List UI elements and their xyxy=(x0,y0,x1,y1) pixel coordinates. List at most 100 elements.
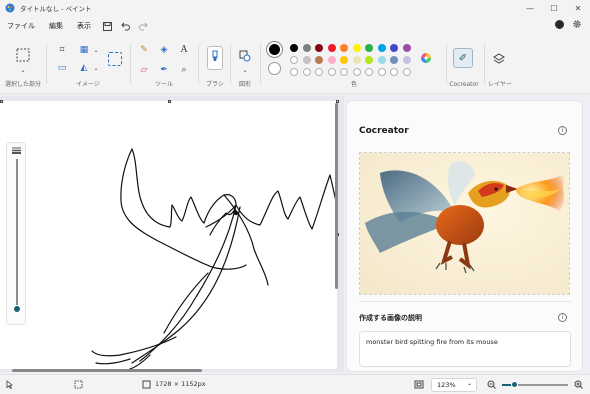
zoom-slider-thumb[interactable] xyxy=(510,381,518,388)
brush-size-slider[interactable] xyxy=(6,142,26,325)
vertical-scroll-thumb[interactable] xyxy=(335,103,338,289)
color-swatch[interactable] xyxy=(365,44,373,52)
color-picker-icon[interactable]: ✒ xyxy=(158,64,170,76)
color-swatch[interactable] xyxy=(302,44,311,52)
chevron-down-icon[interactable]: ⌄ xyxy=(90,44,102,56)
chevron-down-icon[interactable]: ⌄ xyxy=(17,64,29,76)
color-swatch[interactable] xyxy=(327,56,336,64)
info-icon[interactable]: i xyxy=(558,313,567,322)
primary-color[interactable] xyxy=(266,41,283,58)
brush-button[interactable] xyxy=(207,46,223,70)
panel-divider xyxy=(359,301,571,302)
color-swatch[interactable] xyxy=(402,44,411,52)
account-icon[interactable] xyxy=(555,19,564,29)
color-swatch[interactable] xyxy=(327,44,336,52)
color-swatch[interactable] xyxy=(352,56,361,64)
zoom-slider[interactable] xyxy=(502,381,568,388)
crop-icon[interactable]: ⌗ xyxy=(56,44,68,56)
color-swatch[interactable] xyxy=(290,44,298,52)
image-select-icon[interactable] xyxy=(108,52,122,66)
color-swatch[interactable] xyxy=(315,56,323,64)
pencil-icon[interactable]: ✎ xyxy=(138,44,150,56)
color-swatch[interactable] xyxy=(390,56,398,64)
layers-group: レイヤー xyxy=(486,38,514,92)
fit-to-window-icon[interactable] xyxy=(414,380,424,389)
color-swatch[interactable] xyxy=(352,44,361,52)
resize-icon[interactable]: ▦ xyxy=(78,44,90,56)
zoom-out-icon[interactable] xyxy=(487,380,496,389)
color-swatch[interactable] xyxy=(302,56,311,64)
zoom-value: 123% xyxy=(437,381,456,389)
color-swatch[interactable] xyxy=(290,68,298,76)
color-swatch[interactable] xyxy=(402,56,411,64)
info-icon[interactable]: i xyxy=(558,126,567,135)
chevron-down-icon[interactable]: ⌄ xyxy=(90,62,102,74)
menu-view[interactable]: 表示 xyxy=(70,21,98,31)
drawing-canvas[interactable] xyxy=(0,101,337,369)
color-swatch[interactable] xyxy=(365,56,373,64)
cocreator-group: ✐ Cocreator xyxy=(448,38,480,92)
color-swatch[interactable] xyxy=(390,68,398,76)
ribbon-divider xyxy=(46,44,47,84)
eraser-icon[interactable]: ▱ xyxy=(138,64,150,76)
undo-icon[interactable] xyxy=(116,19,134,33)
color-swatch[interactable] xyxy=(302,68,311,76)
close-button[interactable]: ✕ xyxy=(566,0,590,16)
color-group: 色 xyxy=(264,38,444,92)
color-swatch[interactable] xyxy=(377,68,386,76)
color-swatch[interactable] xyxy=(340,56,348,64)
text-icon[interactable]: A xyxy=(178,44,190,56)
color-swatch[interactable] xyxy=(327,68,336,76)
menu-bar: ファイル 編集 表示 xyxy=(0,16,590,36)
color-group-label: 色 xyxy=(350,81,357,88)
resize-handle[interactable] xyxy=(0,100,3,103)
shapes-icon[interactable] xyxy=(239,50,251,62)
fill-bucket-icon[interactable]: ◈ xyxy=(158,44,170,56)
brush-size-thumb[interactable] xyxy=(13,305,21,313)
color-swatch[interactable] xyxy=(402,68,411,76)
ribbon: ⌄ 選択した部分 ⌗ ▦ ⌄ ▭ ◭ ⌄ イメージ ✎ ◈ A ▱ ✒ ⌕ ツー… xyxy=(0,36,590,94)
magnifier-icon[interactable]: ⌕ xyxy=(178,64,190,76)
generated-image[interactable] xyxy=(359,152,570,295)
layers-icon[interactable] xyxy=(493,53,505,65)
color-swatch[interactable] xyxy=(290,56,298,64)
layers-group-label: レイヤー xyxy=(488,81,512,88)
save-icon[interactable] xyxy=(98,19,116,33)
color-swatch[interactable] xyxy=(352,68,361,76)
color-swatch[interactable] xyxy=(315,68,323,76)
minimize-button[interactable]: — xyxy=(518,0,542,16)
color-swatch[interactable] xyxy=(365,68,373,76)
ribbon-divider xyxy=(260,44,261,84)
color-swatch[interactable] xyxy=(340,68,348,76)
flip-icon[interactable]: ▭ xyxy=(56,62,68,74)
maximize-button[interactable]: ☐ xyxy=(542,0,566,16)
zoom-dropdown[interactable]: 123% ⌄ xyxy=(431,378,477,392)
prompt-label: 作成する画像の説明 xyxy=(359,314,422,322)
color-swatch[interactable] xyxy=(315,44,323,52)
select-rectangle-icon[interactable] xyxy=(16,48,30,62)
cursor-position-icon xyxy=(6,380,13,389)
horizontal-scroll-thumb[interactable] xyxy=(12,369,202,372)
ribbon-divider xyxy=(230,44,231,84)
chevron-down-icon[interactable]: ⌄ xyxy=(239,64,251,76)
prompt-input[interactable]: monster bird spitting fire from its mous… xyxy=(359,331,571,367)
cocreator-panel-title: Cocreator xyxy=(359,126,409,136)
zoom-in-icon[interactable] xyxy=(574,380,583,389)
color-swatch[interactable] xyxy=(340,44,348,52)
redo-icon[interactable] xyxy=(134,19,152,33)
menu-file[interactable]: ファイル xyxy=(0,21,42,31)
resize-handle[interactable] xyxy=(168,100,171,103)
color-wheel-icon[interactable] xyxy=(420,52,432,64)
vertical-scrollbar[interactable] xyxy=(335,101,339,371)
color-swatch[interactable] xyxy=(390,44,398,52)
color-swatch[interactable] xyxy=(377,56,386,64)
cocreator-button[interactable]: ✐ xyxy=(453,48,473,68)
brush-size-track xyxy=(16,159,18,309)
color-swatch[interactable] xyxy=(377,44,386,52)
rotate-icon[interactable]: ◭ xyxy=(78,62,90,74)
settings-gear-icon[interactable] xyxy=(572,19,582,29)
menu-edit[interactable]: 編集 xyxy=(42,21,70,31)
shapes-group-label: 図形 xyxy=(238,81,251,88)
secondary-color[interactable] xyxy=(268,62,281,75)
ribbon-divider xyxy=(446,44,447,84)
